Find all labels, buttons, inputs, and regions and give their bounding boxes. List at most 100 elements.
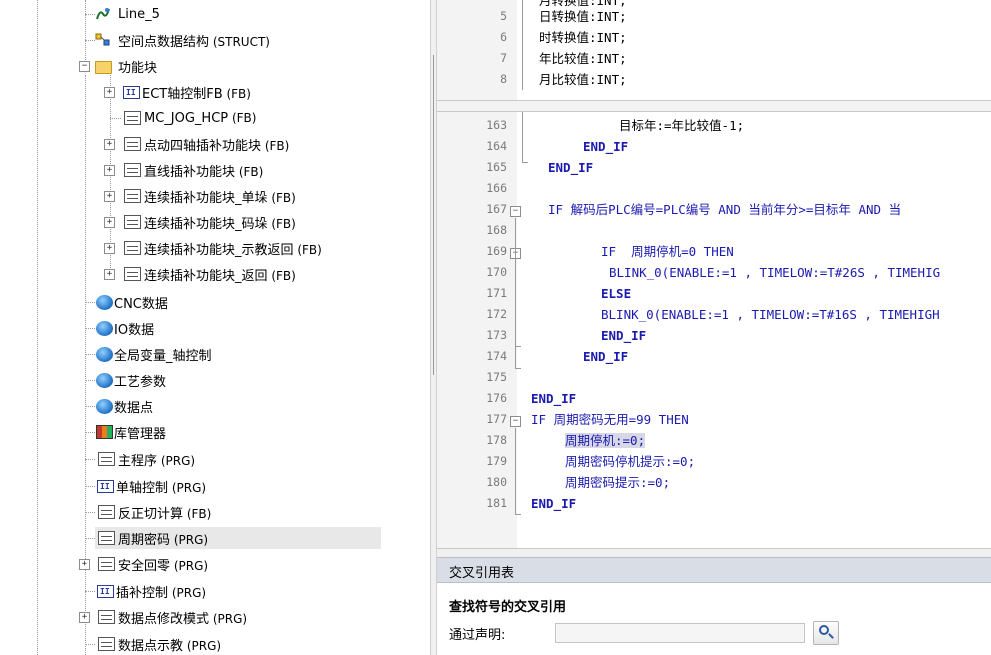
tree-item-arctan[interactable]: 反正切计算 (FB) xyxy=(95,501,211,523)
tree-item-mc-jog-hcp[interactable]: MC_JOG_HCP (FB) xyxy=(121,107,256,129)
fb-icon: II xyxy=(97,479,114,493)
expand-toggle[interactable]: + xyxy=(104,217,115,228)
tree-item-line5[interactable]: Line_5 xyxy=(95,3,160,25)
document-icon xyxy=(124,189,141,203)
code-editor: 月转换值:INT; 5 日转换值:INT; 6 时转换值:INT; 7 年比较值… xyxy=(437,0,991,548)
implementation-pane[interactable]: 163 164 165 166 167 168 169 170 171 172 173 174 175 1… xyxy=(437,112,991,548)
tree-item-label: 工艺参数 xyxy=(114,374,167,390)
code-line: END_IF xyxy=(548,160,594,175)
cross-reference-panel: 交叉引用表 查找符号的交叉引用 通过声明: xyxy=(437,548,991,655)
line-number: 179 xyxy=(486,454,507,468)
line-number: 6 xyxy=(500,30,507,44)
line-number: 181 xyxy=(486,496,507,510)
code-line: ELSE xyxy=(601,286,632,301)
code-line: BLINK_0(ENABLE:=1 , TIMELOW:=T#16S , TIM… xyxy=(601,307,940,322)
code-line: 时转换值:INT; xyxy=(539,30,627,45)
document-icon xyxy=(124,267,141,281)
collapse-toggle[interactable]: − xyxy=(79,61,90,72)
tree-item-data-points[interactable]: 数据点 xyxy=(95,395,153,417)
tree-item-datapoint-modify[interactable]: 数据点修改模式 (PRG) xyxy=(95,606,247,628)
tree-item-jog-4axis[interactable]: 点动四轴插补功能块 (FB) xyxy=(121,133,289,155)
code-line: END_IF xyxy=(531,496,577,511)
tree-item-label: 数据点修改模式 (PRG) xyxy=(118,611,248,627)
tree-item-label: 空间点数据结构 (STRUCT) xyxy=(118,34,270,50)
tree-item-cont-interp-stack[interactable]: 连续插补功能块_码垛 (FB) xyxy=(121,211,296,233)
struct-icon xyxy=(95,32,112,48)
document-icon xyxy=(98,452,115,466)
code-line: IF 周期停机=0 THEN xyxy=(601,244,734,259)
tree-item-single-axis[interactable]: II 单轴控制 (PRG) xyxy=(95,475,206,497)
tree-item-label: 数据点 xyxy=(114,400,154,416)
line-number: 176 xyxy=(486,391,507,405)
tree-item-label: 连续插补功能块_码垛 (FB) xyxy=(144,216,296,232)
tree-item-period-password[interactable]: 周期密码 (PRG) xyxy=(95,527,381,549)
tree-item-label: 反正切计算 (FB) xyxy=(118,506,212,522)
fold-toggle[interactable]: − xyxy=(510,416,521,427)
tree-item-label: 周期密码 (PRG) xyxy=(118,532,209,548)
tree-item-label: 主程序 (PRG) xyxy=(118,453,196,469)
document-icon xyxy=(124,215,141,229)
tree-item-library-manager[interactable]: 库管理器 xyxy=(95,421,166,443)
expand-toggle[interactable]: + xyxy=(79,559,90,570)
globe-icon xyxy=(96,320,113,336)
tree-item-label: ECT轴控制FB (FB) xyxy=(142,86,251,102)
expand-toggle[interactable]: + xyxy=(104,191,115,202)
expand-toggle[interactable]: + xyxy=(104,139,115,150)
expand-toggle[interactable]: + xyxy=(79,612,90,623)
expand-toggle[interactable]: + xyxy=(104,165,115,176)
tree-item-cont-interp-single[interactable]: 连续插补功能块_单垛 (FB) xyxy=(121,185,296,207)
code-line: 周期停机:=0; xyxy=(565,433,646,448)
panel-splitter[interactable] xyxy=(437,548,991,557)
expand-toggle[interactable]: + xyxy=(104,243,115,254)
vertical-splitter[interactable] xyxy=(430,0,437,655)
code-line: END_IF xyxy=(583,139,629,154)
tree-item-linear-interp[interactable]: 直线插补功能块 (FB) xyxy=(121,159,263,181)
tree-item-safe-homing[interactable]: 安全回零 (PRG) xyxy=(95,553,208,575)
pane-splitter[interactable] xyxy=(437,100,991,112)
globe-icon xyxy=(96,372,113,388)
tree-item-cnc-data[interactable]: CNC数据 xyxy=(95,291,168,313)
tree-item-label: CNC数据 xyxy=(114,296,168,312)
document-icon xyxy=(98,557,115,571)
line-number: 166 xyxy=(486,181,507,195)
tree-item-cont-interp-return[interactable]: 连续插补功能块_返回 (FB) xyxy=(121,263,296,285)
line-number: 177 xyxy=(486,412,507,426)
tree-item-datapoint-teach[interactable]: 数据点示教 (PRG) xyxy=(95,633,221,655)
document-icon xyxy=(124,111,141,125)
symbol-input[interactable] xyxy=(555,623,805,643)
document-icon xyxy=(98,531,115,545)
fb-icon: II xyxy=(123,85,140,99)
line-number: 8 xyxy=(500,72,507,86)
tree-item-label: 插补控制 (PRG) xyxy=(116,585,207,601)
code-line: END_IF xyxy=(583,349,629,364)
tree-item-struct[interactable]: 空间点数据结构 (STRUCT) xyxy=(95,29,270,51)
code-line: IF 周期密码无用=99 THEN xyxy=(531,412,689,427)
line-number: 164 xyxy=(486,139,507,153)
line-number: 174 xyxy=(486,349,507,363)
line-icon xyxy=(95,6,112,22)
search-button[interactable] xyxy=(813,621,839,645)
tree-item-ect-axis-fb[interactable]: II ECT轴控制FB (FB) xyxy=(121,81,251,103)
tree-item-cont-interp-teach-return[interactable]: 连续插补功能块_示教返回 (FB) xyxy=(121,237,322,259)
document-icon xyxy=(98,610,115,624)
tree-item-interp-control[interactable]: II 插补控制 (PRG) xyxy=(95,580,206,602)
fold-toggle[interactable]: − xyxy=(510,206,521,217)
tree-item-process-params[interactable]: 工艺参数 xyxy=(95,369,166,391)
panel-title-bar[interactable]: 交叉引用表 xyxy=(437,557,991,583)
line-number: 171 xyxy=(486,286,507,300)
tree-item-main-program[interactable]: 主程序 (PRG) xyxy=(95,448,195,470)
code-line: 周期密码停机提示:=0; xyxy=(565,454,696,469)
xref-heading: 查找符号的交叉引用 xyxy=(449,600,567,615)
declaration-pane[interactable]: 月转换值:INT; 5 日转换值:INT; 6 时转换值:INT; 7 年比较值… xyxy=(437,0,991,100)
expand-toggle[interactable]: + xyxy=(104,87,115,98)
code-line: 目标年:=年比较值-1; xyxy=(619,118,745,133)
tree-item-global-axis[interactable]: 全局变量_轴控制 xyxy=(95,343,212,365)
expand-toggle[interactable]: + xyxy=(104,269,115,280)
tree-item-io-data[interactable]: IO数据 xyxy=(95,317,154,339)
tree-item-label: IO数据 xyxy=(114,322,155,338)
globe-icon xyxy=(96,294,113,310)
tree-folder-function-blocks[interactable]: 功能块 xyxy=(95,55,157,77)
code-line: 月比较值:INT; xyxy=(539,72,627,87)
folder-icon xyxy=(95,61,112,74)
xref-search-row: 通过声明: xyxy=(449,621,839,645)
